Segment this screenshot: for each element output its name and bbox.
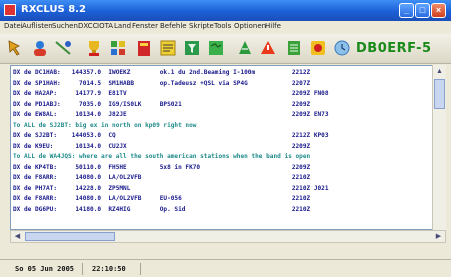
close-icon: × (435, 5, 442, 15)
spots-icon (160, 40, 176, 56)
menu-iota[interactable]: IOTA (97, 22, 113, 30)
menu-land[interactable]: Land (114, 22, 131, 30)
minimize-button[interactable]: _ (399, 3, 414, 18)
filter-button[interactable] (182, 38, 202, 58)
vertical-scrollbar[interactable]: ▲ (432, 65, 446, 230)
app-icon (4, 4, 16, 16)
menu-auflisten[interactable]: Auflisten (22, 22, 53, 30)
spot-line: DX de SJ2BT: 144053.0 CQ 2212Z KP03 (13, 132, 329, 139)
spot-line: DX de K9EU: 10134.0 CU2JX 2209Z (13, 142, 311, 150)
spot-line: DX de F8ARR: 14080.0 LA/OL2VFB EU-056 22… (13, 195, 311, 202)
scroll-left-icon[interactable]: ◀ (12, 231, 23, 242)
menu-hilfe[interactable]: Hilfe (265, 22, 281, 30)
filter-icon (185, 41, 199, 55)
window-title: RXCLUS 8.2 (21, 4, 86, 15)
spots-button[interactable] (158, 38, 178, 58)
callsign-lookup-icon (8, 40, 20, 56)
menu-suchen[interactable]: Suchen (52, 22, 78, 30)
talk-line: To ALL de SJ2BT: big ex in north on kp09… (13, 121, 197, 129)
dx-map-button[interactable] (235, 38, 255, 58)
map-button[interactable] (206, 38, 226, 58)
main-window: RXCLUS 8.2 _ □ × Datei Auflisten Suchen … (0, 0, 451, 277)
cq-icon (311, 41, 325, 55)
alert-button[interactable] (258, 38, 278, 58)
status-divider (82, 263, 83, 275)
menu-skripte[interactable]: Skripte (189, 22, 214, 30)
status-bar: So 05 Jun 2005 22:10:50 (0, 259, 451, 277)
toolbar: DB0ERF-5 (0, 34, 451, 64)
close-button[interactable]: × (431, 3, 446, 18)
list-button[interactable] (284, 38, 304, 58)
callsign-lookup-button[interactable] (6, 38, 26, 58)
status-divider (140, 263, 141, 275)
talk-line: To ALL de WA4JQS: where are all the sout… (13, 153, 311, 160)
cluster-output[interactable]: DX de DC1HAB: 144357.0 IWOEKZ ok.1 du 2n… (10, 65, 446, 230)
horizontal-scrollbar[interactable]: ◀ ▶ (10, 230, 446, 243)
stop-button[interactable] (332, 38, 352, 58)
list-icon (288, 41, 300, 55)
grid-icon (111, 41, 125, 55)
menu-befehle[interactable]: Befehle (160, 22, 187, 30)
antenna-icon (55, 41, 71, 55)
spot-line: DX de HA2AP: 14177.9 E81TV 2209Z FN08 (13, 90, 329, 97)
status-time: 22:10:50 (92, 265, 126, 273)
spot-line: DX de KP4TB: 50110.0 FH5HE 5x8 in FK70 2… (13, 163, 311, 171)
scroll-right-icon[interactable]: ▶ (433, 231, 444, 242)
spot-line: DX de PH7AT: 14228.0 ZP5MNL 2210Z J021 (13, 184, 329, 192)
log-book-icon (138, 41, 150, 56)
user-icon (34, 41, 46, 56)
stop-icon (334, 40, 350, 56)
antenna-button[interactable] (53, 38, 73, 58)
trophy-icon (89, 41, 99, 56)
minimize-icon: _ (403, 5, 409, 15)
spot-line: DX de SP1HAH: 7014.5 SM1HABB op.Tadeusz … (13, 79, 311, 87)
title-bar[interactable]: RXCLUS 8.2 _ □ × (0, 0, 451, 21)
cq-button[interactable] (308, 38, 328, 58)
callsign-label: DB0ERF-5 (356, 41, 432, 56)
maximize-button[interactable]: □ (415, 3, 430, 18)
scroll-up-icon[interactable]: ▲ (434, 66, 445, 77)
trophy-button[interactable] (84, 38, 104, 58)
spot-line: DX de PD1ABJ: 7035.0 IG9/IS0LK BPS021 22… (13, 100, 311, 108)
vertical-scroll-thumb[interactable] (434, 79, 445, 109)
menu-bar: Datei Auflisten Suchen DXCC IOTA Land Fe… (0, 21, 451, 34)
log-book-button[interactable] (134, 38, 154, 58)
maximize-icon: □ (419, 5, 426, 15)
spot-line: DX de F8ARR: 14080.0 LA/OL2VFB 2210Z (13, 174, 311, 181)
user-button[interactable] (30, 38, 50, 58)
spot-line: DX de DC1HAB: 144357.0 IWOEKZ ok.1 du 2n… (13, 69, 311, 76)
status-date: So 05 Jun 2005 (15, 265, 75, 273)
grid-button[interactable] (108, 38, 128, 58)
menu-optionen[interactable]: Optionen (234, 22, 266, 30)
menu-tools[interactable]: Tools (214, 22, 231, 30)
dx-map-icon (239, 41, 251, 54)
alert-icon (261, 41, 275, 54)
horizontal-scroll-thumb[interactable] (25, 232, 115, 241)
menu-dxcc[interactable]: DXCC (78, 22, 97, 30)
menu-datei[interactable]: Datei (4, 22, 23, 30)
map-icon (209, 41, 223, 55)
spot-line: DX de EW8AL: 10134.0 J82JE 2209Z EN73 (13, 111, 329, 118)
spot-line: DX de DG6PU: 14180.0 RZ4HIG Op. Sid 2210… (13, 205, 311, 213)
menu-fenster[interactable]: Fenster (132, 22, 158, 30)
